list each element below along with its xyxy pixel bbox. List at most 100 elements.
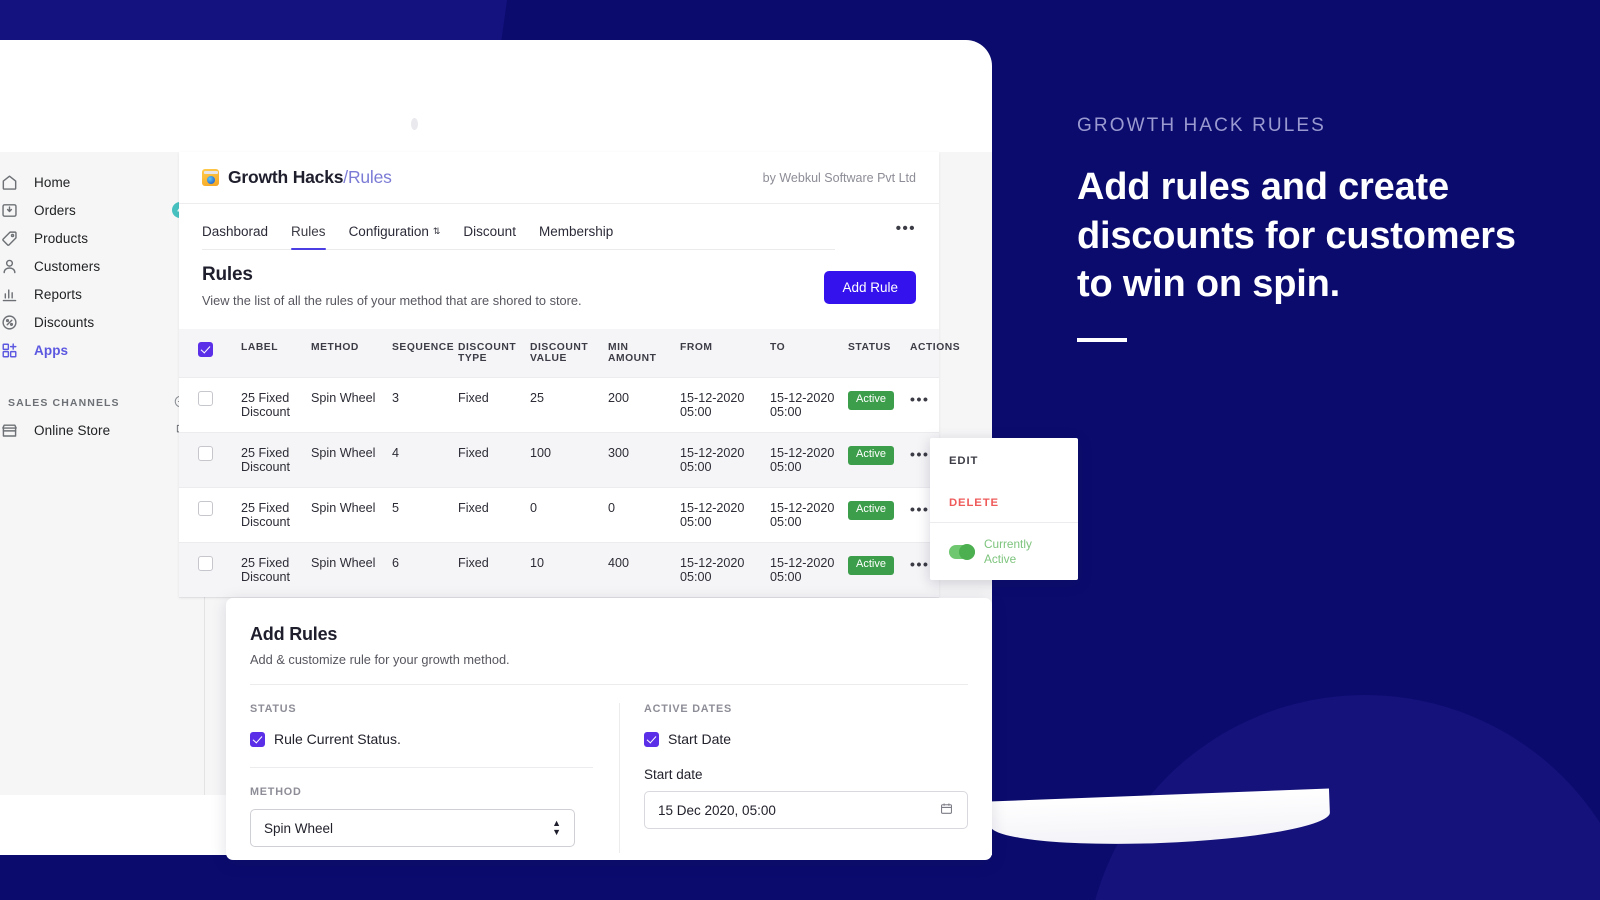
more-tabs-icon[interactable]: ••• (896, 220, 916, 250)
row-select-cell[interactable] (179, 432, 241, 488)
add-rules-description: Add & customize rule for your growth met… (250, 652, 510, 667)
app-title-main: Growth Hacks (228, 167, 344, 187)
home-icon (0, 173, 19, 192)
rule-current-status-row[interactable]: Rule Current Status. (250, 731, 593, 747)
sidebar-item-home[interactable]: Home (0, 168, 204, 196)
sidebar-item-label: Online Store (34, 422, 111, 438)
cell-discount-value: 100 (530, 432, 608, 488)
tab-configuration[interactable]: Configuration ⇅ (349, 224, 441, 250)
select-all-cell[interactable] (179, 329, 241, 378)
row-select-cell[interactable] (179, 377, 241, 433)
sidebar-section-label: SALES CHANNELS (8, 397, 120, 409)
sidebar-item-customers[interactable]: Customers (0, 252, 204, 280)
row-actions-icon[interactable]: ••• (910, 391, 930, 407)
active-toggle-switch[interactable] (949, 543, 975, 560)
cell-actions[interactable]: ••• (910, 377, 939, 433)
cell-method: Spin Wheel (311, 487, 392, 543)
cell-from: 15-12-2020 05:00 (680, 487, 770, 543)
sidebar-item-label: Discounts (34, 314, 95, 330)
sidebar-item-label: Reports (34, 286, 82, 302)
cell-discount-type: Fixed (458, 487, 530, 543)
products-tag-icon (0, 229, 19, 248)
row-checkbox[interactable] (198, 391, 213, 406)
orders-icon (0, 201, 19, 220)
table-row[interactable]: 25 Fixed Discount Spin Wheel 5 Fixed 0 0… (179, 487, 939, 543)
sidebar-item-label: Orders (34, 202, 76, 218)
tab-label: Discount (463, 224, 516, 239)
add-rule-button[interactable]: Add Rule (824, 271, 916, 304)
row-select-cell[interactable] (179, 542, 241, 597)
cell-discount-value: 25 (530, 377, 608, 433)
tab-rules[interactable]: Rules (291, 224, 326, 250)
table-row[interactable]: 25 Fixed Discount Spin Wheel 6 Fixed 10 … (179, 542, 939, 597)
cell-min-amount: 200 (608, 377, 680, 433)
sidebar-item-label: Apps (34, 342, 69, 358)
rule-current-status-checkbox[interactable] (250, 731, 265, 747)
row-checkbox[interactable] (198, 556, 213, 571)
app-header: Growth Hacks/Rules by Webkul Software Pv… (179, 152, 939, 204)
tab-discount[interactable]: Discount (463, 224, 516, 250)
table-row[interactable]: 25 Fixed Discount Spin Wheel 3 Fixed 25 … (179, 377, 939, 433)
status-badge: Active (848, 391, 894, 410)
tab-label: Dashborad (202, 224, 269, 239)
promo-headline: Add rules and create discounts for custo… (1077, 166, 1516, 306)
promo-underline (1077, 337, 1127, 342)
row-actions-icon[interactable]: ••• (910, 501, 930, 517)
calendar-icon[interactable] (939, 801, 954, 819)
page-header-text: Rules View the list of all the rules of … (202, 264, 582, 308)
status-badge: Active (848, 501, 894, 520)
add-rules-right-column: ACTIVE DATES Start Date Start date 15 De… (619, 703, 968, 853)
sidebar-section-sales-channels: SALES CHANNELS (0, 390, 204, 416)
tab-membership[interactable]: Membership (539, 224, 613, 250)
col-min-amount: MIN AMOUNT (608, 329, 680, 378)
select-all-checkbox[interactable] (198, 342, 213, 357)
row-actions-menu[interactable]: EDIT DELETE Currently Active (930, 438, 1078, 581)
row-select-cell[interactable] (179, 487, 241, 543)
active-toggle-label: Currently Active (984, 537, 1032, 566)
cell-min-amount: 400 (608, 542, 680, 597)
rule-current-status-label: Rule Current Status. (274, 731, 401, 747)
rules-table: LABEL METHOD SEQUENCE DISCOUNT TYPE DISC… (179, 329, 960, 597)
page-header: Rules View the list of all the rules of … (179, 250, 939, 308)
app-title: Growth Hacks/Rules (228, 167, 392, 188)
cell-label: 25 Fixed Discount (241, 432, 311, 488)
method-select[interactable]: Spin Wheel ▲ ▼ (250, 809, 575, 847)
cell-from: 15-12-2020 05:00 (680, 377, 770, 433)
table-row[interactable]: 25 Fixed Discount Spin Wheel 4 Fixed 100… (179, 432, 939, 488)
tab-label: Membership (538, 224, 614, 239)
page-title: Rules (202, 264, 253, 285)
menu-item-edit[interactable]: EDIT (930, 438, 1078, 480)
status-method-divider (250, 767, 593, 768)
sidebar-item-apps[interactable]: Apps (0, 336, 204, 364)
sidebar-item-products[interactable]: Products (0, 224, 204, 252)
cell-discount-type: Fixed (458, 377, 530, 433)
cell-to: 15-12-2020 05:00 (770, 542, 848, 597)
start-date-input[interactable]: 15 Dec 2020, 05:00 (644, 791, 968, 829)
row-actions-icon[interactable]: ••• (910, 446, 930, 462)
col-discount-value: DISCOUNT VALUE (530, 329, 608, 378)
tab-dashborad[interactable]: Dashborad (202, 224, 268, 250)
cell-status: Active (848, 432, 910, 488)
active-dates-group-label: ACTIVE DATES (644, 703, 732, 715)
cell-label: 25 Fixed Discount (241, 542, 311, 597)
start-date-checkbox[interactable] (644, 731, 659, 747)
customers-icon (0, 257, 19, 276)
sidebar-item-discounts[interactable]: Discounts (0, 308, 204, 336)
sidebar-item-reports[interactable]: Reports (0, 280, 204, 308)
row-actions-icon[interactable]: ••• (910, 556, 930, 572)
start-date-toggle-row[interactable]: Start Date (644, 731, 968, 747)
table-header-row: LABEL METHOD SEQUENCE DISCOUNT TYPE DISC… (179, 329, 960, 378)
row-checkbox[interactable] (198, 501, 213, 516)
menu-item-currently-active[interactable]: Currently Active (930, 523, 1078, 580)
menu-item-label: EDIT (949, 455, 979, 467)
discounts-percent-icon (0, 313, 19, 332)
sidebar-item-online-store[interactable]: Online Store (0, 416, 204, 444)
page-description: View the list of all the rules of your m… (202, 293, 582, 308)
cell-method: Spin Wheel (311, 377, 392, 433)
menu-item-delete[interactable]: DELETE (930, 480, 1078, 522)
app-tab-bar: Dashborad Rules Configuration ⇅ Discount … (179, 204, 939, 250)
sidebar-item-orders[interactable]: Orders 4 (0, 196, 204, 224)
cell-status: Active (848, 487, 910, 543)
start-date-field-label: Start date (644, 767, 703, 782)
row-checkbox[interactable] (198, 446, 213, 461)
